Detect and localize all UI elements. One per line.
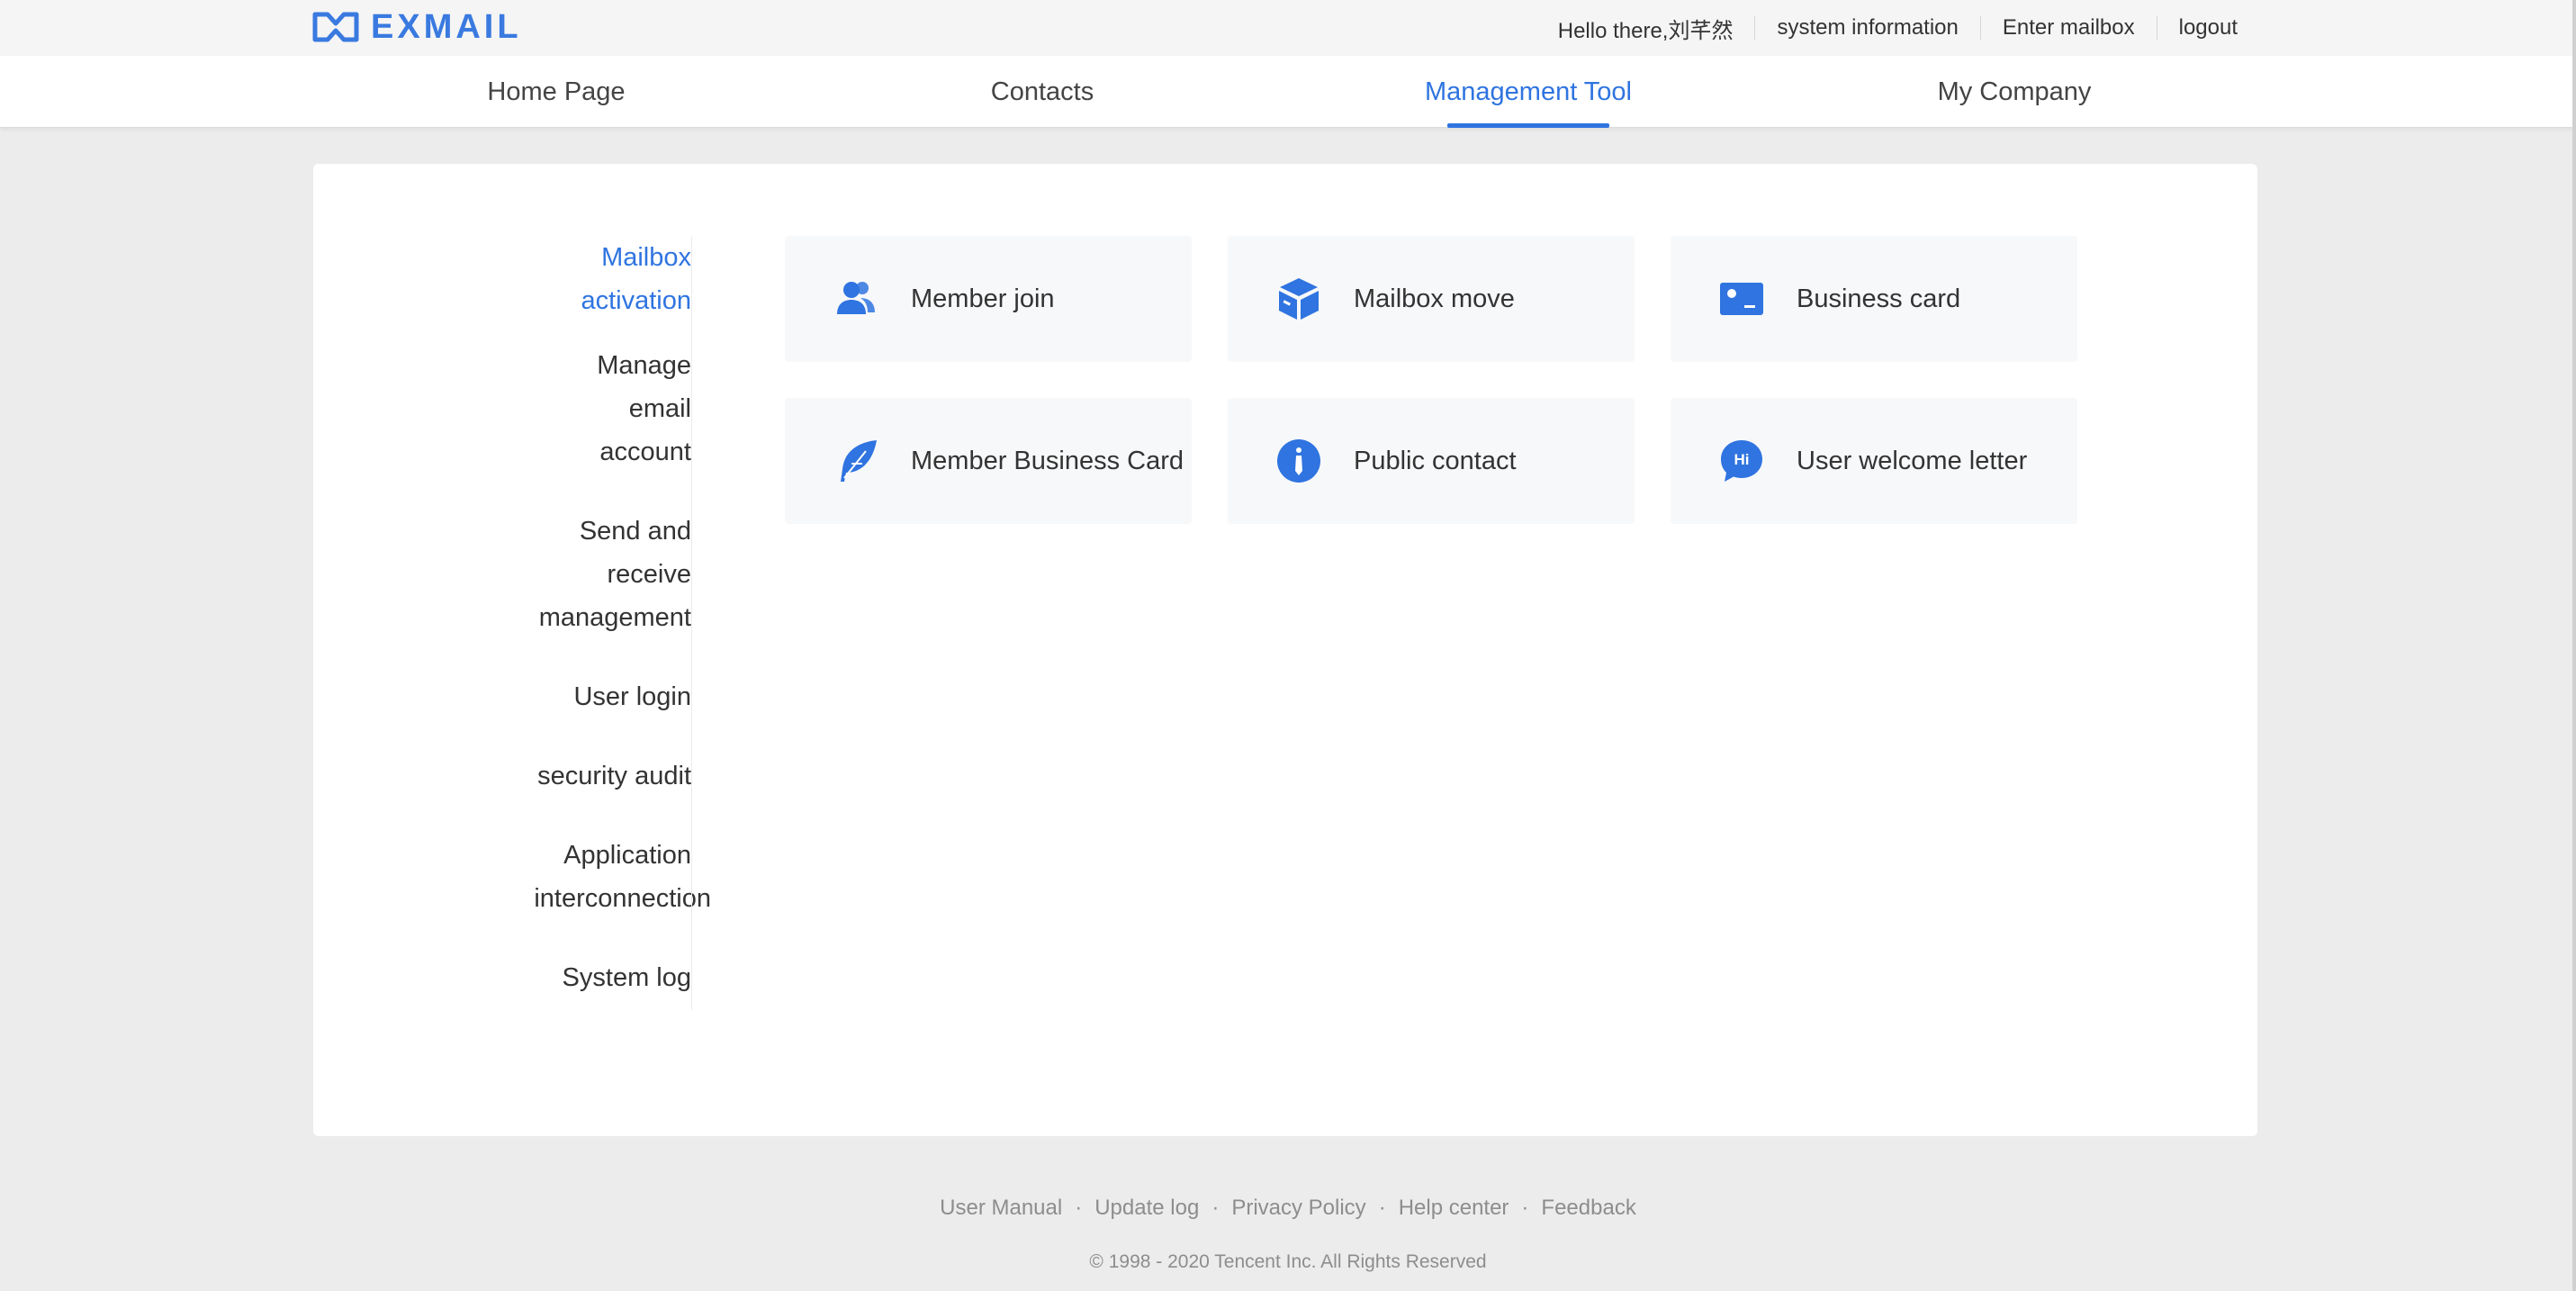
greeting: Hello there,刘芊然 [1557, 18, 1734, 43]
sidebar-item-label: System log [562, 963, 691, 992]
logout-link[interactable]: logout [2157, 15, 2238, 41]
nav-contacts[interactable]: Contacts [862, 56, 1222, 128]
tile-business-card[interactable]: Business card [1671, 236, 2077, 362]
main-card: Mailbox activation Manage email account … [313, 164, 2257, 1136]
hi-chat-icon: Hi [1717, 437, 1766, 485]
tile-member-join[interactable]: Member join [785, 236, 1192, 362]
main-nav: Home Page Contacts Management Tool My Co… [0, 56, 2576, 128]
sidebar-item-label: Send and [579, 517, 691, 546]
tile-label: Public contact [1354, 446, 1517, 475]
sidebar-divider [691, 236, 692, 1010]
footer: User Manual · Update log · Privacy Policy · He… [0, 1196, 2576, 1221]
sidebar-item-application-interconnection[interactable]: Application interconnection [486, 834, 711, 920]
dot-separator: · [1211, 1196, 1220, 1220]
sidebar-item-label: activation [581, 286, 691, 315]
footer-links: User Manual · Update log · Privacy Policy · He… [940, 1196, 1636, 1220]
sidebar-item-security-audit[interactable]: security audit [475, 754, 691, 798]
enter-mailbox-link[interactable]: Enter mailbox [1981, 15, 2157, 41]
footer-link-privacy-policy[interactable]: Privacy Policy [1231, 1196, 1365, 1220]
footer-link-update-log[interactable]: Update log [1094, 1196, 1199, 1220]
sidebar-item-label: Manage [597, 351, 691, 380]
tile-member-business-card[interactable]: Member Business Card [785, 398, 1192, 524]
info-icon [1274, 437, 1323, 485]
logo-icon [312, 12, 359, 42]
brand-name: EXMAIL [371, 7, 522, 46]
tile-public-contact[interactable]: Public contact [1228, 398, 1635, 524]
sidebar-item-label: User login [573, 682, 691, 711]
members-icon [832, 275, 880, 323]
tile-label: Mailbox move [1354, 284, 1515, 313]
footer-link-user-manual[interactable]: User Manual [940, 1196, 1062, 1220]
tile-label: Member join [911, 284, 1055, 313]
tile-label: Business card [1797, 284, 1961, 313]
copyright: © 1998 - 2020 Tencent Inc. All Rights Re… [1089, 1251, 1487, 1272]
footer-link-feedback[interactable]: Feedback [1541, 1196, 1635, 1220]
box-icon [1274, 275, 1323, 323]
sidebar-item-label: account [599, 438, 691, 466]
feather-icon [832, 437, 880, 485]
sidebar-item-manage-email-account[interactable]: Manage email account [475, 344, 691, 474]
sidebar-item-label: receive [607, 560, 692, 589]
nav-home-page[interactable]: Home Page [376, 56, 736, 128]
tile-label: Member Business Card [911, 446, 1184, 475]
exmail-logo[interactable]: EXMAIL [311, 7, 522, 46]
tile-label: User welcome letter [1797, 446, 2028, 475]
tile-mailbox-move[interactable]: Mailbox move [1228, 236, 1635, 362]
top-links: Hello there,刘芊然 system information Enter… [1536, 0, 2238, 56]
sidebar-item-label: email [628, 394, 691, 423]
dot-separator: · [1378, 1196, 1386, 1220]
nav-management-tool[interactable]: Management Tool [1348, 56, 1708, 128]
svg-text:Hi: Hi [1734, 451, 1750, 468]
tile-user-welcome-letter[interactable]: Hi User welcome letter [1671, 398, 2077, 524]
top-bar: EXMAIL Hello there,刘芊然 system informatio… [0, 0, 2576, 56]
sidebar-item-label: Mailbox [601, 243, 691, 272]
sidebar-item-system-log[interactable]: System log [475, 956, 691, 999]
sidebar-item-label: interconnection [534, 884, 711, 913]
system-information-link[interactable]: system information [1755, 15, 1979, 41]
sidebar-item-label: management [538, 603, 691, 632]
id-card-icon [1717, 275, 1766, 323]
sidebar-item-label: security audit [537, 762, 691, 790]
sidebar-item-send-receive-management[interactable]: Send and receive management [475, 510, 691, 639]
sidebar-item-mailbox-activation[interactable]: Mailbox activation [475, 236, 691, 322]
footer-link-help-center[interactable]: Help center [1399, 1196, 1509, 1220]
nav-my-company[interactable]: My Company [1834, 56, 2194, 128]
window-edge [2572, 0, 2576, 1291]
sidebar: Mailbox activation Manage email account … [313, 236, 711, 1010]
sidebar-item-user-login[interactable]: User login [475, 675, 691, 718]
dot-separator: · [1075, 1196, 1083, 1220]
sidebar-item-label: Application [563, 841, 691, 870]
dot-separator: · [1521, 1196, 1529, 1220]
